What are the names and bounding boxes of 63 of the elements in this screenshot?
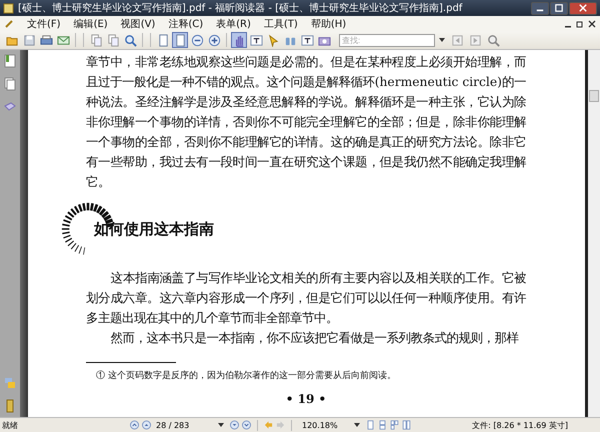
email-icon — [56, 34, 70, 46]
page-button[interactable] — [172, 32, 188, 48]
vertical-scrollbar[interactable] — [585, 50, 600, 417]
maximize-icon — [555, 4, 563, 12]
menu-item[interactable]: 工具(T) — [264, 16, 298, 30]
attachment-icon[interactable] — [4, 399, 16, 413]
scrollbar-thumb[interactable] — [589, 90, 599, 102]
caret-icon[interactable] — [354, 423, 360, 427]
page-number: • 19 • — [284, 392, 328, 406]
zoom-field[interactable]: 120.18% — [298, 420, 348, 430]
app-icon — [3, 2, 14, 14]
bookmark-icon[interactable] — [4, 54, 16, 68]
previous-page-icon[interactable] — [142, 420, 151, 430]
close-icon — [579, 4, 587, 12]
continuous-page-icon[interactable] — [378, 420, 387, 430]
restore-icon[interactable] — [576, 20, 584, 28]
plus-button[interactable] — [206, 32, 222, 48]
copy-icon — [90, 34, 102, 46]
next-page-icon[interactable] — [230, 420, 239, 430]
body-paragraph: 章节中，非常老练地观察这些问题是必需的。但是在某种程度上必须开始理解，而且过于一般化是一种不错的观点。这个问题是解释循环(hermeneutic circle)的一种说法。圣经注解学是涉及圣经意思解释的学说。解释循环是一种主张，它认为除非你理解一个事物的详情，否则你不可能完全理解它的全部；但是，除非你能理解一个事物的全部，否则你不能理解它的详情。这的确是真正的研究方法论。除非它有一些帮助，我过去有一段时间一直在研究这个课题，但是我仍然不能确定我理解它。 — [86, 54, 526, 191]
pages-icon[interactable] — [4, 77, 16, 91]
facing-pages-icon[interactable] — [390, 420, 399, 430]
menu-item[interactable]: 视图(V) — [120, 16, 156, 30]
close-button[interactable] — [569, 2, 597, 14]
find-next-icon[interactable] — [469, 34, 482, 46]
find-previous-icon[interactable] — [451, 34, 464, 46]
close-icon[interactable] — [588, 20, 596, 28]
zoom-button[interactable] — [122, 32, 138, 48]
page-icon — [174, 34, 186, 46]
footnote: ① 这个页码数字是反序的，因为伯勒尔著作的这一部分需要从后向前阅读。 — [96, 370, 397, 382]
menu-item[interactable]: 表单(R) — [216, 16, 251, 30]
app-icon — [4, 18, 14, 28]
search-field[interactable]: 查找: — [339, 34, 435, 46]
menu-item[interactable]: 帮助(H) — [310, 16, 346, 30]
last-page-icon[interactable] — [242, 420, 251, 430]
body-paragraph: 然而，这本书只是一本指南，你不应该把它看做是一系列教条式的规则，那样 — [110, 330, 520, 347]
first-page-icon[interactable] — [130, 420, 139, 430]
menu-item[interactable]: 文件(F) — [27, 16, 61, 30]
maximize-button[interactable] — [550, 2, 568, 14]
search-icon[interactable] — [487, 34, 500, 46]
minus-button[interactable] — [189, 32, 205, 48]
pointer-icon — [266, 34, 280, 46]
document-size-text: 文件: [8.26 * 11.69 英寸] — [472, 420, 569, 430]
body-paragraph: 这本指南涵盖了与写作毕业论文相关的所有主要内容以及相关联的工作。它被划分成六章。这六章内容形成一个序列，但是它们可以以任何一种顺序使用。有许多主题出现在其中的几个章节而非全部章节中。 — [86, 270, 526, 327]
single-page-icon[interactable] — [366, 420, 375, 430]
minus-icon — [190, 34, 204, 46]
save-icon — [22, 34, 36, 46]
plus-icon — [208, 34, 220, 46]
print-icon — [40, 34, 52, 46]
copy-icon — [106, 34, 120, 46]
two-page-icon[interactable] — [402, 420, 411, 430]
status-text: 就绪 — [2, 420, 19, 430]
menu-item[interactable]: 注释(C) — [168, 16, 204, 30]
text-icon — [250, 34, 262, 46]
menu-item[interactable]: 编辑(E) — [74, 16, 108, 30]
zoom-in-icon — [124, 34, 136, 46]
caret-icon[interactable] — [218, 423, 224, 427]
window-title: [硕士、博士研究生毕业论文写作指南].pdf - 福昕阅读器 - [硕士、博士研究生毕业论文写作指南].pdf — [18, 2, 464, 15]
caret-icon[interactable] — [439, 38, 445, 42]
text-icon — [300, 34, 314, 46]
page-number-field[interactable]: 28 / 283 — [154, 420, 212, 430]
page-icon — [156, 34, 170, 46]
minimize-button[interactable] — [531, 2, 549, 14]
